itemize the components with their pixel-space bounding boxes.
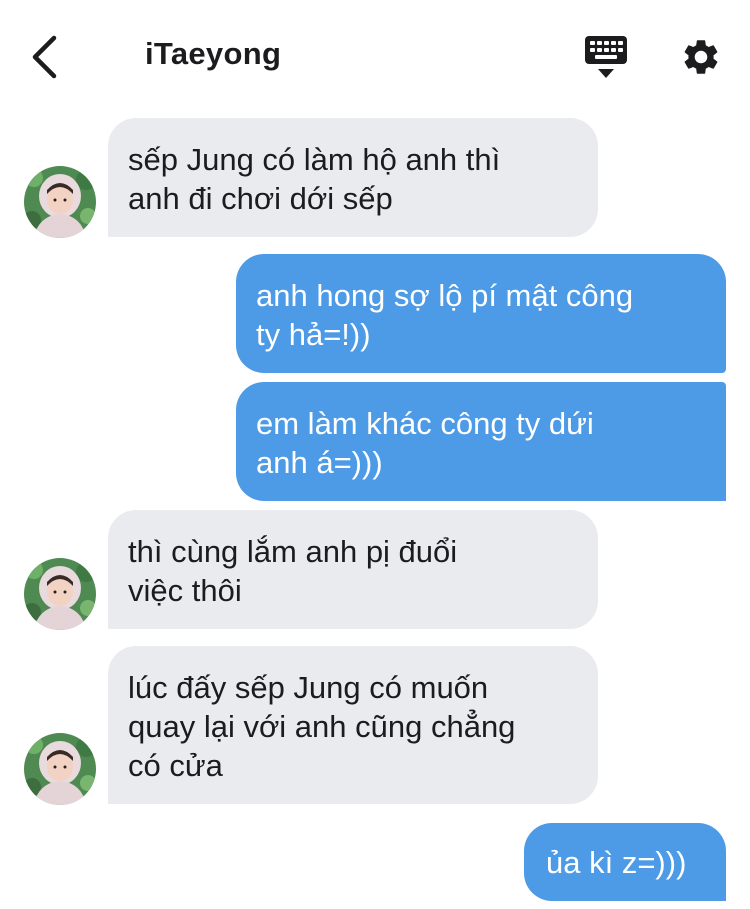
message-bubble-outgoing[interactable]: anh hong sợ lộ pí mật công ty hả=!)) <box>236 254 726 373</box>
chat-title: iTaeyong <box>145 36 282 71</box>
chevron-left-icon <box>32 35 57 79</box>
message-bubble-outgoing[interactable]: em làm khác công ty dứi anh á=))) <box>236 382 726 501</box>
back-button[interactable] <box>26 34 66 80</box>
avatar-image <box>24 733 96 805</box>
message-bubble-incoming[interactable]: lúc đấy sếp Jung có muốn quay lại với an… <box>108 646 598 804</box>
message-bubble-incoming[interactable]: sếp Jung có làm hộ anh thì anh đi chơi d… <box>108 118 598 237</box>
avatar-image <box>24 166 96 238</box>
gear-icon <box>684 40 718 74</box>
keyboard-button[interactable] <box>584 34 628 80</box>
keyboard-icon <box>585 36 627 78</box>
avatar[interactable] <box>24 733 96 805</box>
avatar[interactable] <box>24 166 96 238</box>
message-bubble-incoming[interactable]: thì cùng lắm anh pị đuổi việc thôi <box>108 510 598 629</box>
avatar[interactable] <box>24 558 96 630</box>
message-bubble-outgoing[interactable]: ủa kì z=))) <box>524 823 726 901</box>
chat-header: iTaeyong <box>0 0 750 110</box>
settings-button[interactable] <box>680 36 722 78</box>
avatar-image <box>24 558 96 630</box>
